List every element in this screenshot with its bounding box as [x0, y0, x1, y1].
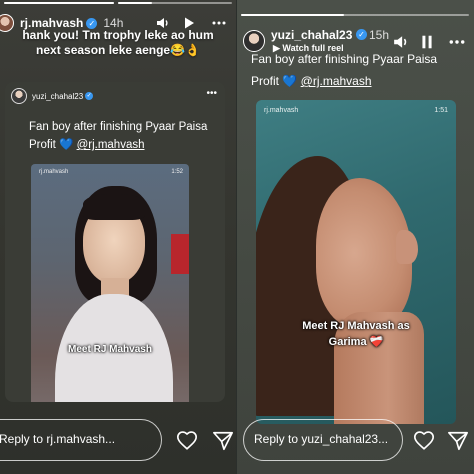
- overlay-line: Meet RJ Mahvash as: [302, 320, 410, 332]
- right-story: yuzi_chahal23 ✓ 15h ▶ Watch full reel Fa…: [237, 0, 474, 474]
- verified-icon: ✓: [86, 17, 98, 29]
- story-caption: Fan boy after finishing Pyaar Paisa Prof…: [251, 48, 437, 92]
- caption-text: Profit: [29, 139, 56, 151]
- reply-placeholder: Reply to yuzi_chahal23...: [254, 432, 389, 446]
- story-progress-bar: [4, 2, 114, 4]
- verified-icon: ✓: [85, 92, 94, 100]
- reel-thumbnail[interactable]: rj.mahvash 1:51 Meet RJ Mahvash as Garim…: [256, 100, 456, 424]
- reel-username: rj.mahvash: [264, 107, 299, 114]
- caption-text: Profit: [251, 74, 280, 88]
- reel-overlay-label: Meet RJ Mahvash: [68, 344, 152, 355]
- send-icon[interactable]: [212, 430, 234, 452]
- left-story: rj.mahvash ✓ 14h hank you! Tm trophy lek…: [0, 0, 236, 474]
- story-reply-message: hank you! Tm trophy leke ao hum next sea…: [0, 28, 236, 58]
- reply-input[interactable]: Reply to yuzi_chahal23...: [243, 419, 403, 461]
- overlay-line: Garima: [328, 336, 367, 348]
- more-icon[interactable]: •••: [206, 88, 217, 99]
- username[interactable]: yuzi_chahal23: [271, 28, 352, 42]
- mention-link[interactable]: @rj.mahvash: [301, 74, 372, 88]
- reel-username: rj.mahvash: [39, 169, 69, 175]
- caption-line: Fan boy after finishing Pyaar Paisa: [251, 52, 438, 66]
- heart-icon[interactable]: [413, 430, 435, 452]
- person-nose: [396, 230, 418, 264]
- reply-line: hank you! Tm trophy leke ao hum: [22, 28, 214, 42]
- more-icon[interactable]: [449, 34, 465, 50]
- reel-duration: 1:52: [171, 169, 183, 175]
- background-decor: [171, 234, 189, 274]
- shared-caption: Fan boy after finishing Pyaar Paisa Prof…: [29, 118, 207, 154]
- blue-heart-icon: 💙: [59, 139, 74, 151]
- story-progress-bar: [241, 14, 469, 16]
- person-bangs: [83, 194, 145, 220]
- verified-icon: ✓: [356, 29, 367, 40]
- timestamp: 15h: [369, 28, 390, 42]
- mention-link[interactable]: @rj.mahvash: [77, 139, 145, 151]
- story-screenshot-composite: rj.mahvash ✓ 14h hank you! Tm trophy lek…: [0, 0, 474, 474]
- heart-icon[interactable]: [176, 430, 198, 452]
- shared-story-card[interactable]: yuzi_chahal23 ✓ ••• Fan boy after finish…: [5, 82, 225, 402]
- mending-heart-icon: ❤️‍🩹: [369, 336, 384, 348]
- reply-input[interactable]: Reply to rj.mahvash...: [0, 419, 162, 461]
- blue-heart-icon: 💙: [282, 74, 298, 88]
- reply-placeholder: Reply to rj.mahvash...: [0, 432, 116, 446]
- story-progress-bar: [118, 2, 232, 4]
- reply-line: next season leke aenge😂👌: [36, 43, 200, 57]
- reel-duration: 1:51: [434, 107, 448, 114]
- caption-line: Fan boy after finishing Pyaar Paisa: [29, 121, 208, 133]
- shared-card-header: yuzi_chahal23 ✓: [11, 88, 94, 104]
- reel-overlay-label: Meet RJ Mahvash as Garima ❤️‍🩹: [256, 318, 456, 350]
- avatar[interactable]: [11, 88, 27, 104]
- reel-thumbnail[interactable]: rj.mahvash 1:52 Meet RJ Mahvash: [31, 164, 189, 402]
- send-icon[interactable]: [447, 430, 469, 452]
- shared-username[interactable]: yuzi_chahal23: [32, 92, 83, 101]
